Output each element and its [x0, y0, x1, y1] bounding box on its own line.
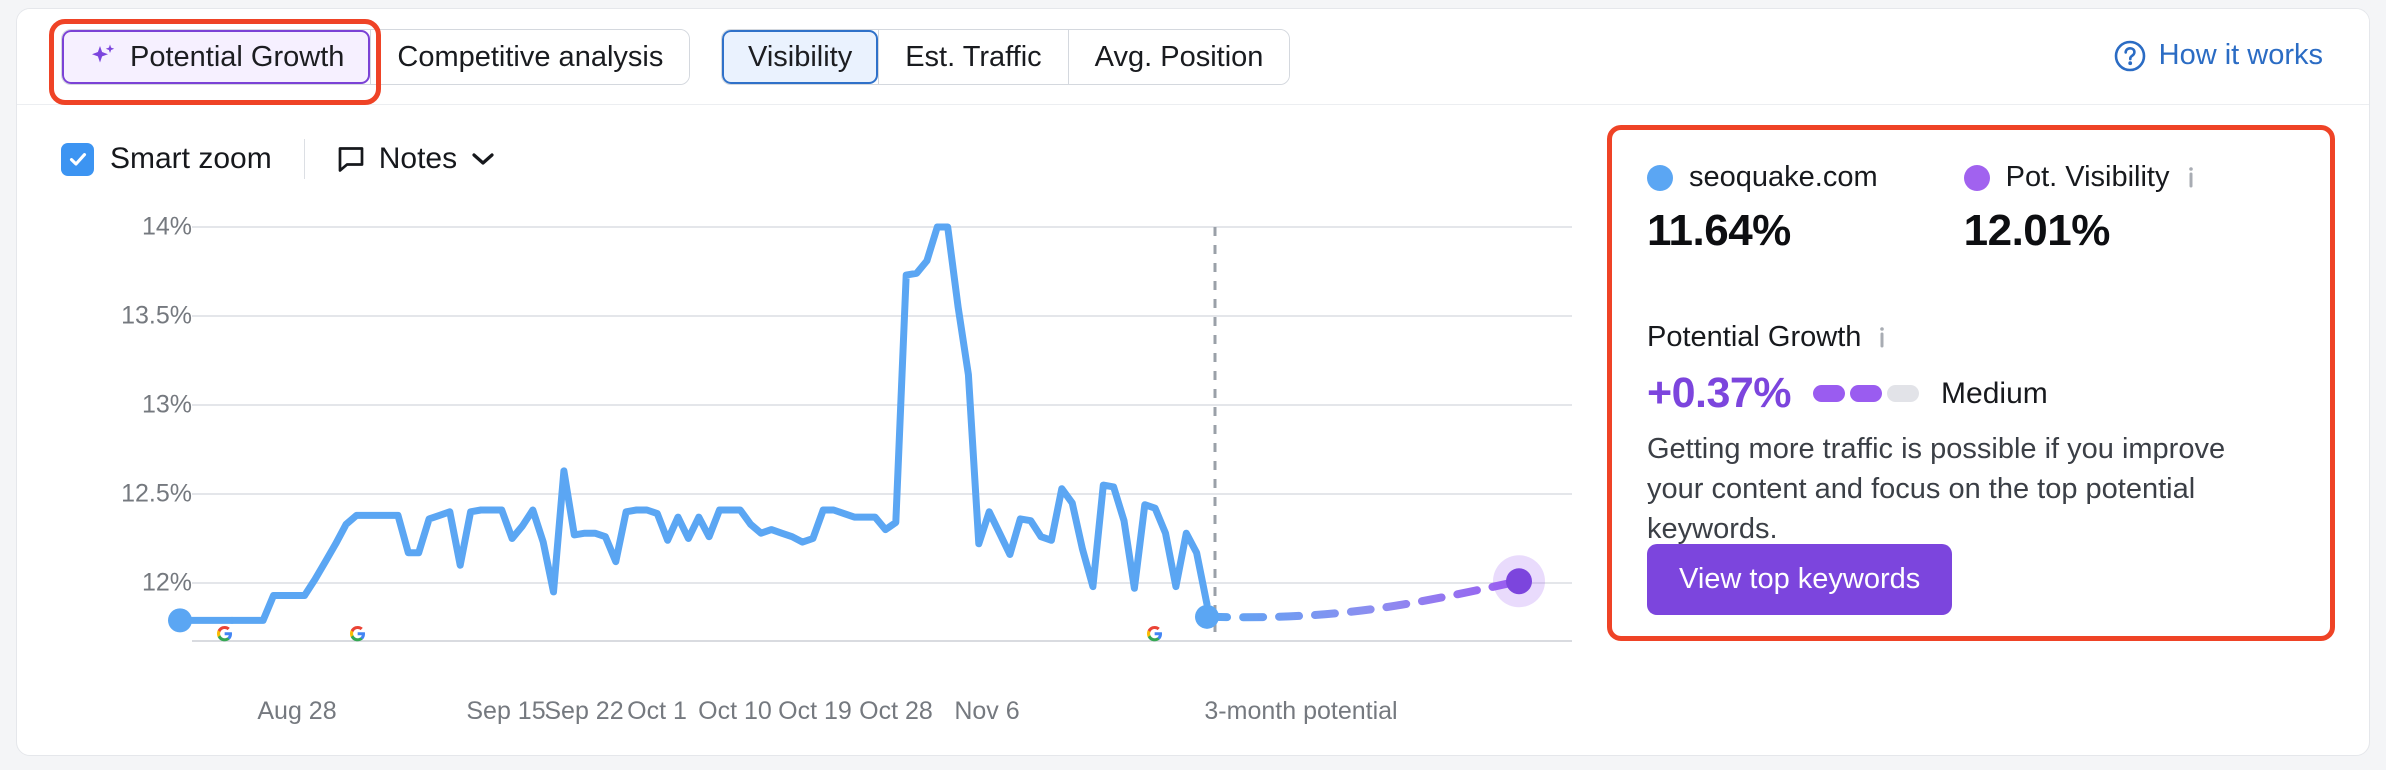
x-axis-tick: Sep 15	[466, 697, 546, 725]
info-icon-potential-growth[interactable]	[1877, 325, 1887, 351]
tab-potential-growth-label: Potential Growth	[130, 40, 345, 73]
y-axis-tick: 13.5%	[121, 301, 192, 330]
x-axis-tick: Sep 22	[544, 697, 624, 725]
y-axis-tick: 12%	[141, 568, 192, 597]
legend-name-seoquake: seoquake.com	[1689, 161, 1878, 193]
x-axis-tick: 3-month potential	[1204, 697, 1398, 725]
potential-growth-value-row: +0.37% Medium	[1647, 369, 2048, 418]
potential-growth-widget: Potential Growth Competitive analysis Vi…	[16, 8, 2370, 756]
legend: seoquake.com 11.64% Pot. Visibility 12.0…	[1647, 161, 2196, 256]
potential-growth-title-row: Potential Growth	[1647, 321, 1887, 354]
x-axis-tick: Nov 6	[954, 697, 1020, 725]
meter-segment	[1887, 385, 1920, 402]
x-axis-tick: Aug 28	[257, 697, 337, 725]
x-axis-tick: Oct 19	[778, 697, 852, 725]
tab-visibility[interactable]: Visibility	[722, 30, 879, 84]
notes-label: Notes	[378, 142, 458, 175]
metric-tab-group: Visibility Est. Traffic Avg. Position	[721, 29, 1291, 85]
google-update-marker-icon[interactable]	[217, 626, 232, 642]
visibility-chart[interactable]: 12% 12.5% 13% 13.5% 14%	[17, 209, 1597, 739]
google-update-marker-icon[interactable]	[1147, 626, 1162, 642]
tab-avg-position[interactable]: Avg. Position	[1067, 30, 1290, 84]
legend-value-pot-visibility: 12.01%	[1963, 206, 2111, 255]
info-icon-pot-visibility[interactable]	[2186, 165, 2196, 191]
y-axis-tick: 14%	[141, 212, 192, 241]
growth-level-label: Medium	[1941, 376, 2048, 410]
legend-dot-seoquake	[1647, 164, 1673, 191]
potential-growth-title: Potential Growth	[1647, 321, 1862, 353]
y-axis-tick: 12.5%	[121, 479, 192, 508]
meter-segment	[1850, 385, 1883, 402]
how-it-works-label: How it works	[2158, 39, 2323, 71]
chart-canvas	[168, 223, 1572, 642]
insight-description: Getting more traffic is possible if you …	[1647, 433, 2226, 546]
checkbox-checked-icon[interactable]	[61, 142, 94, 176]
tab-potential-growth[interactable]: Potential Growth	[62, 30, 371, 84]
potential-growth-value: +0.37%	[1647, 369, 1792, 417]
how-it-works-link[interactable]: How it works	[2114, 39, 2323, 72]
toolbar-divider	[303, 139, 305, 179]
legend-item-pot-visibility: Pot. Visibility 12.01%	[1963, 161, 2196, 256]
legend-dot-pot-visibility	[1963, 164, 1990, 191]
x-axis-tick: Oct 1	[627, 697, 687, 725]
widget-header: Potential Growth Competitive analysis Vi…	[17, 9, 2369, 105]
legend-name-pot-visibility: Pot. Visibility	[2005, 161, 2170, 193]
question-circle-icon	[2114, 40, 2146, 72]
view-top-keywords-button[interactable]: View top keywords	[1647, 544, 1953, 615]
x-axis-tick: Oct 10	[698, 697, 772, 725]
smart-zoom-toggle[interactable]: Smart zoom	[61, 142, 272, 176]
view-tab-group: Potential Growth Competitive analysis	[61, 29, 691, 85]
tab-est-traffic[interactable]: Est. Traffic	[878, 30, 1068, 84]
chevron-down-icon	[471, 151, 495, 167]
y-axis-labels: 12% 12.5% 13% 13.5% 14%	[57, 209, 192, 679]
insight-panel: seoquake.com 11.64% Pot. Visibility 12.0…	[1621, 139, 2311, 617]
chart-toolbar: Smart zoom Notes	[61, 139, 495, 179]
legend-value-seoquake: 11.64%	[1647, 206, 1791, 255]
y-axis-tick: 13%	[141, 390, 192, 419]
notes-dropdown[interactable]: Notes	[337, 142, 495, 176]
x-axis-tick: Oct 28	[859, 697, 933, 725]
google-update-marker-icon[interactable]	[350, 626, 365, 642]
smart-zoom-label: Smart zoom	[110, 142, 272, 175]
meter-segment	[1813, 385, 1846, 402]
tab-competitive-analysis[interactable]: Competitive analysis	[370, 30, 690, 84]
growth-level-meter	[1813, 385, 1920, 402]
legend-item-seoquake: seoquake.com 11.64%	[1647, 161, 1878, 256]
note-bubble-icon	[337, 145, 365, 173]
sparkle-icon	[88, 42, 118, 72]
